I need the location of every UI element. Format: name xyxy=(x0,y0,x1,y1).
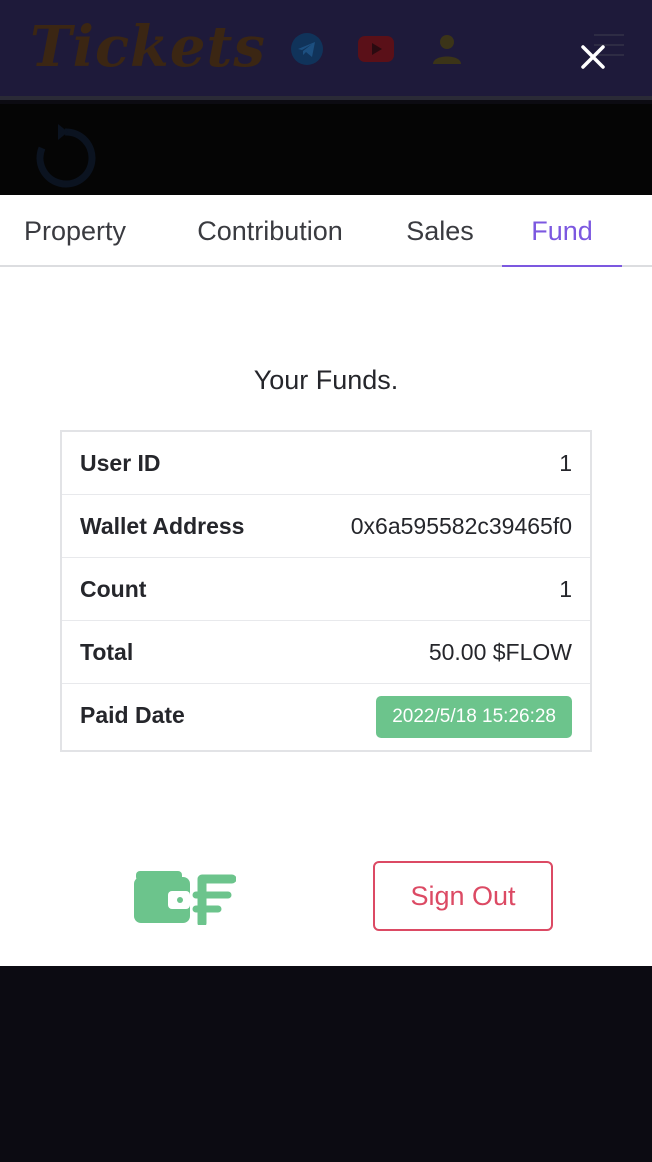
reload-icon[interactable] xyxy=(34,122,96,188)
table-row: User ID 1 xyxy=(62,432,590,495)
brand-logo: Tickets xyxy=(30,14,266,80)
user-id-value: 1 xyxy=(559,450,572,476)
funds-table: User ID 1 Wallet Address 0x6a595582c3946… xyxy=(60,430,592,752)
table-row: Count 1 xyxy=(62,558,590,621)
account-panel: Property Contribution Sales Fund Your Fu… xyxy=(0,195,652,966)
tab-contribution[interactable]: Contribution xyxy=(180,195,360,267)
toolbar-band xyxy=(0,104,652,196)
user-icon[interactable] xyxy=(430,32,464,66)
table-row: Paid Date 2022/5/18 15:26:28 xyxy=(62,684,590,750)
tab-sales[interactable]: Sales xyxy=(392,195,488,267)
row-label: User ID xyxy=(80,450,161,476)
telegram-icon[interactable] xyxy=(290,32,324,66)
row-label: Total xyxy=(80,639,134,665)
sign-out-button[interactable]: Sign Out xyxy=(373,861,553,931)
wallet-icon xyxy=(134,871,236,925)
flow-icon xyxy=(192,874,236,925)
wallet-address-value: 0x6a595582c39465f0 xyxy=(350,513,572,539)
paid-date-badge: 2022/5/18 15:26:28 xyxy=(376,696,572,738)
row-label: Count xyxy=(80,576,147,602)
count-value: 1 xyxy=(559,576,572,602)
total-value: 50.00 $FLOW xyxy=(428,639,572,665)
table-row: Total 50.00 $FLOW xyxy=(62,621,590,684)
close-icon[interactable] xyxy=(576,40,610,74)
funds-title: Your Funds. xyxy=(253,365,399,395)
tab-fund[interactable]: Fund xyxy=(502,195,622,267)
table-row: Wallet Address 0x6a595582c39465f0 xyxy=(62,495,590,558)
youtube-icon[interactable] xyxy=(358,36,394,62)
tab-bar: Property Contribution Sales Fund xyxy=(0,195,652,267)
row-label: Paid Date xyxy=(80,702,185,728)
tab-property[interactable]: Property xyxy=(0,195,160,267)
page-footer-area xyxy=(0,966,652,1162)
row-label: Wallet Address xyxy=(80,513,245,539)
app-header: Tickets xyxy=(0,0,652,100)
